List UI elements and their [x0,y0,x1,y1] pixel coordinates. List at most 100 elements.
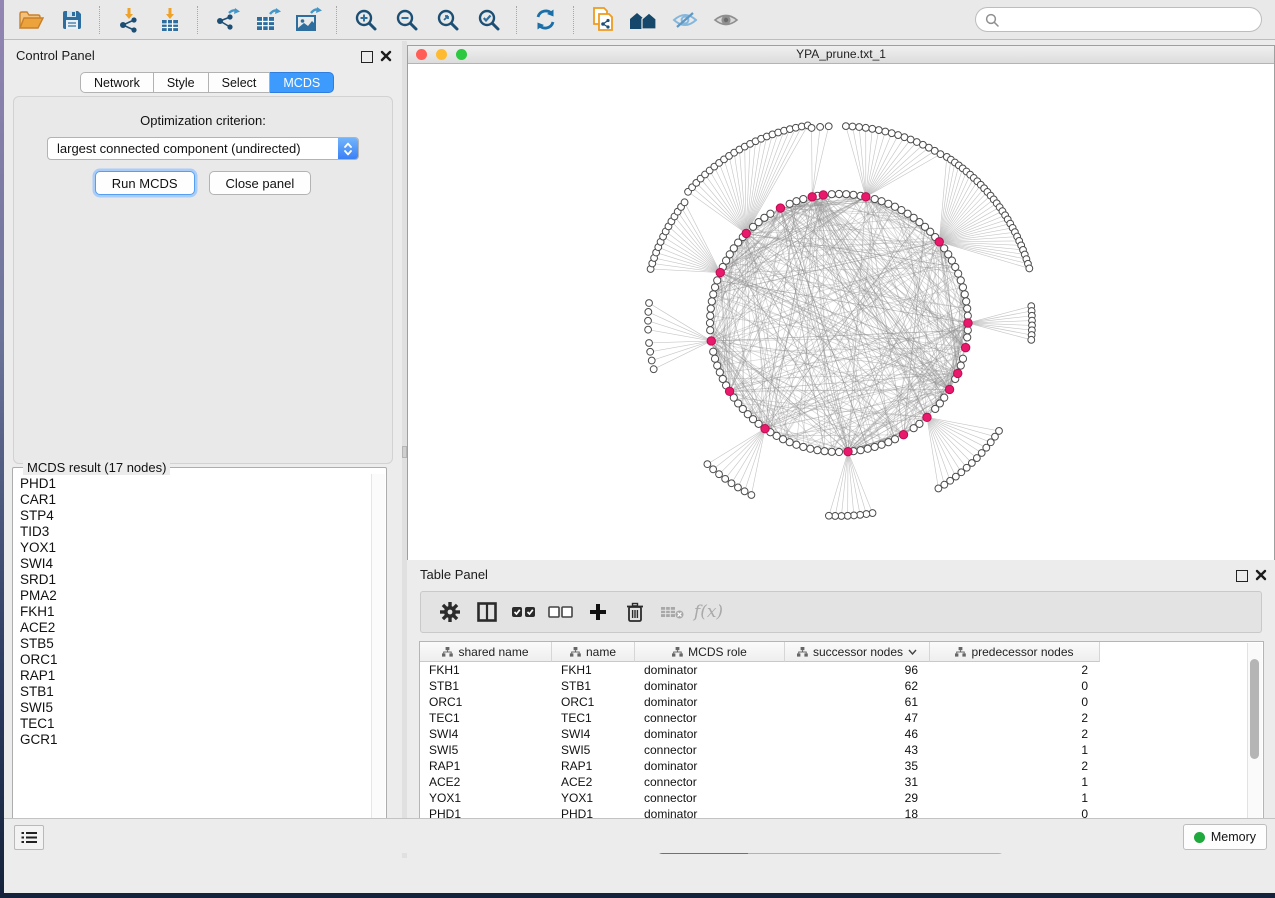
save-session-icon[interactable] [51,3,92,37]
window-minimize-traffic-icon[interactable] [436,49,447,60]
export-network-icon[interactable] [206,3,247,37]
add-row-icon[interactable] [579,596,616,628]
delete-row-icon[interactable] [616,596,653,628]
table-cell: dominator [635,662,785,678]
run-mcds-button[interactable]: Run MCDS [95,171,195,195]
table-toolbar: f(x) [420,591,1262,633]
close-panel-button[interactable]: Close panel [209,171,312,195]
show-column-icon[interactable] [468,596,505,628]
float-panel-icon[interactable] [361,51,373,63]
mcds-result-item[interactable]: FKH1 [20,604,371,620]
deselect-all-icon[interactable] [542,596,579,628]
memory-label: Memory [1211,830,1256,844]
first-neighbors-icon[interactable] [623,3,664,37]
zoom-fit-icon[interactable] [427,3,468,37]
control-panel: Control Panel NetworkStyleSelectMCDS Opt… [5,41,402,858]
settings-gear-icon[interactable] [431,596,468,628]
mcds-result-item[interactable]: PHD1 [20,476,371,492]
network-canvas[interactable] [408,64,1274,560]
float-table-panel-icon[interactable] [1236,570,1248,582]
column-header-predecessor-nodes[interactable]: predecessor nodes [930,642,1100,662]
table-row[interactable]: STB1STB1dominator620 [420,678,1263,694]
tab-style[interactable]: Style [154,72,209,93]
window-close-traffic-icon[interactable] [416,49,427,60]
network-canvas-svg [408,64,1274,560]
table-cell: ACE2 [420,774,552,790]
import-network-icon[interactable] [108,3,149,37]
tab-select[interactable]: Select [209,72,271,93]
close-table-panel-icon[interactable] [1255,569,1267,581]
table-row[interactable]: TEC1TEC1connector472 [420,710,1263,726]
delete-table-icon[interactable] [653,596,690,628]
mcds-result-list[interactable]: PHD1CAR1STP4TID3YOX1SWI4SRD1PMA2FKH1ACE2… [14,474,371,838]
mcds-result-item[interactable]: ACE2 [20,620,371,636]
table-cell: FKH1 [420,662,552,678]
mcds-result-item[interactable]: SWI4 [20,556,371,572]
copy-current-style-icon[interactable] [582,3,623,37]
mcds-result-item[interactable]: TEC1 [20,716,371,732]
optimization-criterion-dropdown[interactable]: largest connected component (undirected) [47,137,359,160]
table-cell: 62 [785,678,930,694]
table-scrollbar-thumb[interactable] [1250,659,1259,759]
table-cell: TEC1 [420,710,552,726]
mcds-result-item[interactable]: STB5 [20,636,371,652]
table-scrollbar[interactable] [1247,643,1262,829]
toolbar-separator [336,6,338,34]
column-header-shared-name[interactable]: shared name [420,642,552,662]
table-row[interactable]: SWI4SWI4dominator462 [420,726,1263,742]
table-cell: 1 [930,742,1100,758]
table-row[interactable]: ORC1ORC1dominator610 [420,694,1263,710]
mcds-result-item[interactable]: PMA2 [20,588,371,604]
mcds-result-item[interactable]: SWI5 [20,700,371,716]
open-file-icon[interactable] [10,3,51,37]
tab-network[interactable]: Network [80,72,154,93]
dropdown-stepper-icon [338,138,358,159]
mcds-result-item[interactable]: STB1 [20,684,371,700]
table-row[interactable]: SWI5SWI5connector431 [420,742,1263,758]
mcds-result-item[interactable]: SRD1 [20,572,371,588]
function-builder-icon[interactable]: f(x) [690,596,727,628]
mcds-result-item[interactable]: STP4 [20,508,371,524]
table-cell: connector [635,774,785,790]
table-cell: TEC1 [552,710,635,726]
zoom-selected-icon[interactable] [468,3,509,37]
window-maximize-traffic-icon[interactable] [456,49,467,60]
export-image-icon[interactable] [288,3,329,37]
search-input[interactable] [1005,12,1249,28]
export-table-icon[interactable] [247,3,288,37]
mcds-result-item[interactable]: ORC1 [20,652,371,668]
zoom-out-icon[interactable] [386,3,427,37]
mcds-tab-content: Optimization criterion: largest connecte… [13,96,393,464]
memory-status-button[interactable]: Memory [1183,824,1267,850]
mcds-result-item[interactable]: TID3 [20,524,371,540]
hide-selected-icon[interactable] [664,3,705,37]
table-cell: 1 [930,790,1100,806]
table-row[interactable]: YOX1YOX1connector291 [420,790,1263,806]
mcds-result-item[interactable]: RAP1 [20,668,371,684]
mcds-result-scrollbar[interactable] [371,474,385,838]
table-cell: 43 [785,742,930,758]
table-panel-title: Table Panel [420,567,488,582]
tab-mcds[interactable]: MCDS [270,72,334,93]
toolbar-separator [573,6,575,34]
column-header-MCDS-role[interactable]: MCDS role [635,642,785,662]
mcds-result-item[interactable]: CAR1 [20,492,371,508]
import-table-icon[interactable] [149,3,190,37]
mcds-result-item[interactable]: GCR1 [20,732,371,748]
table-row[interactable]: ACE2ACE2connector311 [420,774,1263,790]
refresh-icon[interactable] [525,3,566,37]
select-all-icon[interactable] [505,596,542,628]
search-field[interactable] [975,7,1262,32]
table-row[interactable]: FKH1FKH1dominator962 [420,662,1263,678]
network-view-window: YPA_prune.txt_1 [407,45,1275,560]
close-panel-icon[interactable] [380,50,392,62]
zoom-in-icon[interactable] [345,3,386,37]
mcds-result-item[interactable]: YOX1 [20,540,371,556]
task-history-button[interactable] [14,825,44,850]
network-window-titlebar[interactable]: YPA_prune.txt_1 [408,46,1274,64]
table-row[interactable]: RAP1RAP1dominator352 [420,758,1263,774]
column-header-successor-nodes[interactable]: successor nodes [785,642,930,662]
column-header-name[interactable]: name [552,642,635,662]
show-all-icon[interactable] [705,3,746,37]
node-table-body: FKH1FKH1dominator962STB1STB1dominator620… [420,662,1263,822]
